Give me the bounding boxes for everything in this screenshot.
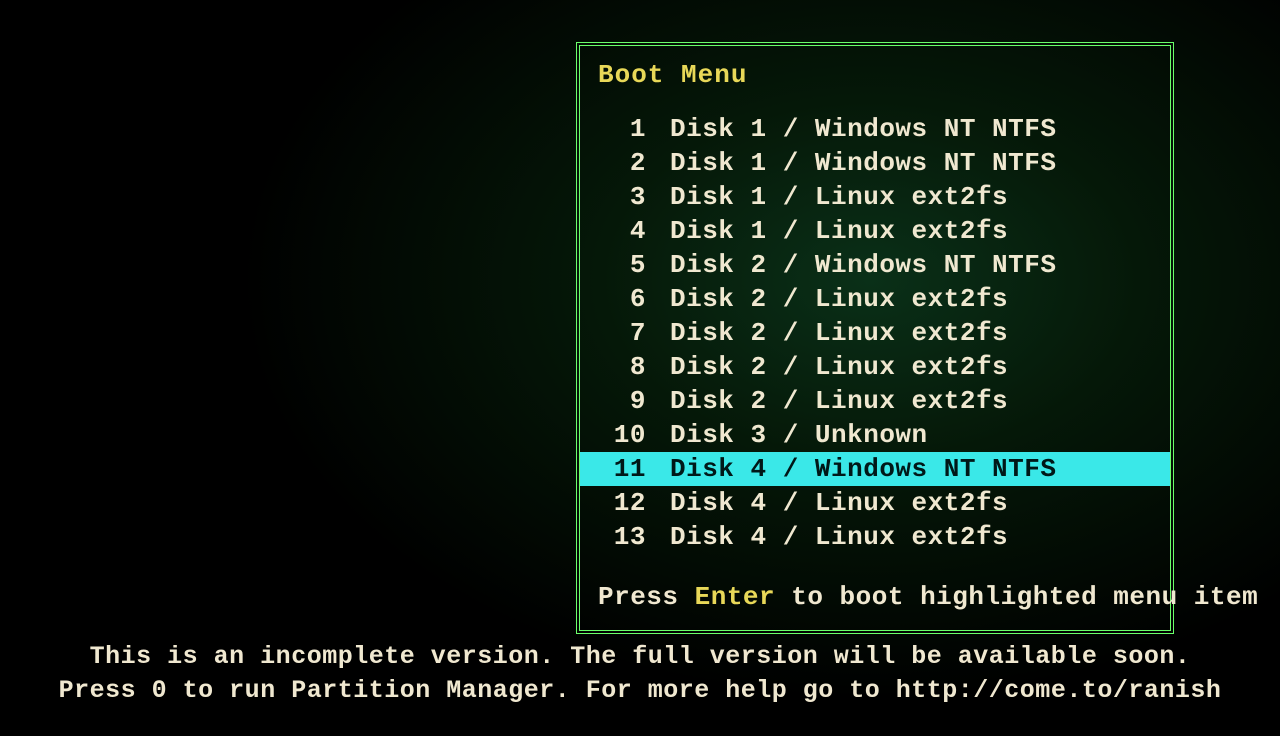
boot-menu-item[interactable]: 6Disk 2 / Linux ext2fs <box>580 282 1170 316</box>
boot-menu-item[interactable]: 4Disk 1 / Linux ext2fs <box>580 214 1170 248</box>
menu-item-label: Disk 2 / Linux ext2fs <box>646 386 1008 416</box>
footer-text: This is an incomplete version. The full … <box>0 640 1280 708</box>
menu-item-number: 9 <box>598 384 646 418</box>
menu-item-label: Disk 1 / Linux ext2fs <box>646 216 1008 246</box>
boot-menu-item[interactable]: 2Disk 1 / Windows NT NTFS <box>580 146 1170 180</box>
menu-item-number: 13 <box>598 520 646 554</box>
boot-menu-item[interactable]: 1Disk 1 / Windows NT NTFS <box>580 112 1170 146</box>
menu-item-number: 5 <box>598 248 646 282</box>
boot-menu-item[interactable]: 11Disk 4 / Windows NT NTFS <box>580 452 1170 486</box>
footer-line-2: Press 0 to run Partition Manager. For mo… <box>0 674 1280 708</box>
footer-line-1: This is an incomplete version. The full … <box>0 640 1280 674</box>
menu-item-label: Disk 2 / Linux ext2fs <box>646 352 1008 382</box>
menu-item-label: Disk 1 / Linux ext2fs <box>646 182 1008 212</box>
menu-item-number: 12 <box>598 486 646 520</box>
menu-item-number: 4 <box>598 214 646 248</box>
menu-item-label: Disk 2 / Linux ext2fs <box>646 318 1008 348</box>
menu-item-number: 6 <box>598 282 646 316</box>
menu-item-label: Disk 4 / Linux ext2fs <box>646 488 1008 518</box>
menu-item-number: 7 <box>598 316 646 350</box>
menu-item-label: Disk 2 / Linux ext2fs <box>646 284 1008 314</box>
hint-key: Enter <box>695 582 776 612</box>
boot-menu-item[interactable]: 9Disk 2 / Linux ext2fs <box>580 384 1170 418</box>
boot-menu-item[interactable]: 3Disk 1 / Linux ext2fs <box>580 180 1170 214</box>
boot-menu-item[interactable]: 10Disk 3 / Unknown <box>580 418 1170 452</box>
boot-menu-panel: Boot Menu 1Disk 1 / Windows NT NTFS2Disk… <box>576 42 1174 634</box>
boot-menu-item[interactable]: 13Disk 4 / Linux ext2fs <box>580 520 1170 554</box>
boot-menu-item[interactable]: 12Disk 4 / Linux ext2fs <box>580 486 1170 520</box>
menu-item-number: 8 <box>598 350 646 384</box>
boot-menu-item[interactable]: 7Disk 2 / Linux ext2fs <box>580 316 1170 350</box>
boot-menu-list: 1Disk 1 / Windows NT NTFS2Disk 1 / Windo… <box>580 112 1170 554</box>
boot-menu-item[interactable]: 5Disk 2 / Windows NT NTFS <box>580 248 1170 282</box>
menu-item-number: 11 <box>598 452 646 486</box>
hint-suffix: to boot highlighted menu item <box>775 582 1258 612</box>
boot-menu-title: Boot Menu <box>580 60 1170 90</box>
menu-item-number: 1 <box>598 112 646 146</box>
menu-item-number: 10 <box>598 418 646 452</box>
menu-item-label: Disk 3 / Unknown <box>646 420 928 450</box>
hint-prefix: Press <box>598 582 695 612</box>
menu-item-number: 3 <box>598 180 646 214</box>
menu-item-label: Disk 1 / Windows NT NTFS <box>646 148 1056 178</box>
menu-item-number: 2 <box>598 146 646 180</box>
menu-item-label: Disk 1 / Windows NT NTFS <box>646 114 1056 144</box>
menu-item-label: Disk 4 / Linux ext2fs <box>646 522 1008 552</box>
menu-item-label: Disk 2 / Windows NT NTFS <box>646 250 1056 280</box>
boot-hint: Press Enter to boot highlighted menu ite… <box>580 582 1170 612</box>
menu-item-label: Disk 4 / Windows NT NTFS <box>646 454 1056 484</box>
boot-menu-item[interactable]: 8Disk 2 / Linux ext2fs <box>580 350 1170 384</box>
